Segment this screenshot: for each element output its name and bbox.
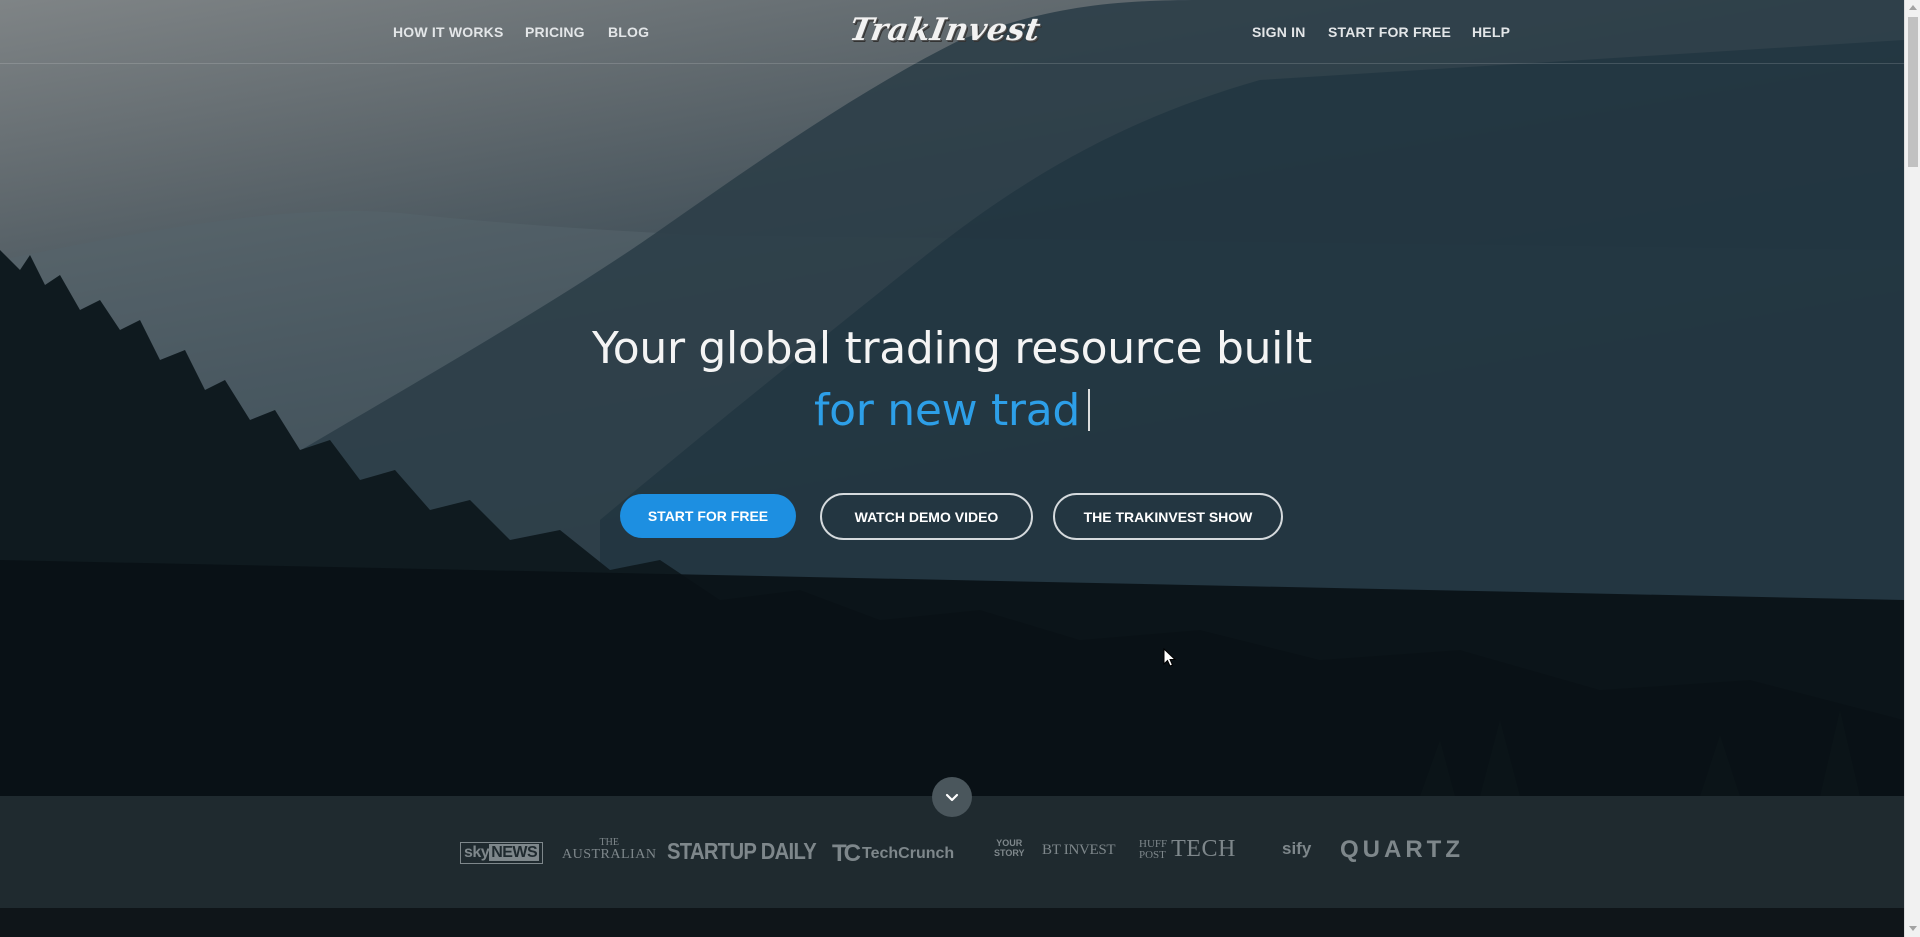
nav-blog[interactable]: BLOG	[608, 24, 649, 40]
scroll-down-arrow-icon[interactable]	[1909, 926, 1917, 931]
nav-start-for-free[interactable]: START FOR FREE	[1328, 24, 1451, 40]
scroll-up-arrow-icon[interactable]	[1909, 5, 1917, 10]
trakinvest-show-button[interactable]: THE TRAKINVEST SHOW	[1053, 493, 1283, 540]
yourstory-logo: YOUR STORY	[994, 838, 1025, 858]
quartz-logo: QUARTZ	[1340, 836, 1464, 863]
page-scrollbar[interactable]	[1904, 0, 1920, 937]
nav-sign-in[interactable]: SIGN IN	[1252, 24, 1306, 40]
sify-logo: sify	[1282, 839, 1312, 858]
next-section-edge	[0, 908, 1904, 937]
mouse-pointer-icon	[1163, 648, 1177, 667]
nav-how-it-works[interactable]: HOW IT WORKS	[393, 24, 504, 40]
scrollbar-thumb[interactable]	[1908, 17, 1918, 167]
hero-typed-line: for new trad	[0, 385, 1904, 436]
typing-cursor	[1088, 389, 1091, 431]
startup-daily-logo: STARTUP DAILY	[667, 838, 817, 864]
bt-invest-logo: BT INVEST	[1042, 842, 1116, 858]
nav-help[interactable]: HELP	[1472, 24, 1510, 40]
hero-headline: Your global trading resource built	[592, 323, 1312, 374]
sky-news-logo: sky NEWS	[460, 842, 544, 864]
techcrunch-logo: TC TechCrunch	[832, 840, 955, 867]
techcrunch-mark-icon: TC	[832, 840, 861, 867]
start-for-free-button[interactable]: START FOR FREE	[620, 494, 796, 538]
trakinvest-logo[interactable]: TrakInvest	[847, 12, 1044, 48]
scroll-down-button[interactable]	[932, 777, 972, 817]
nav-pricing[interactable]: PRICING	[525, 24, 585, 40]
hero-typed-text: for new trad	[813, 385, 1081, 436]
huffpost-tech-logo: HUFF POST TECH	[1139, 836, 1236, 862]
chevron-down-icon	[945, 793, 959, 802]
top-navigation: HOW IT WORKS PRICING BLOG TrakInvest SIG…	[0, 0, 1904, 64]
watch-demo-video-button[interactable]: WATCH DEMO VIDEO	[820, 493, 1033, 540]
the-australian-logo: THE AUSTRALIAN	[562, 837, 657, 862]
